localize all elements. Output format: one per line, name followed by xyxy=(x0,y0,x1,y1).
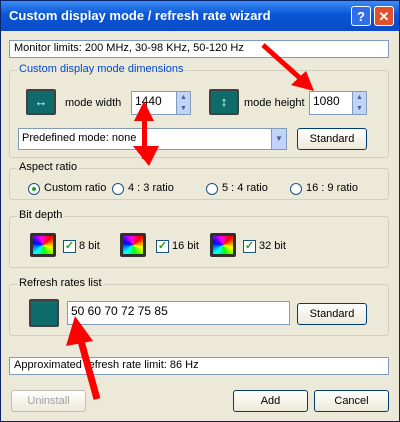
custom-ratio-label[interactable]: Custom ratio xyxy=(44,182,106,194)
checkbox-8bit[interactable]: ✓ xyxy=(63,240,76,253)
bit-32-label[interactable]: 32 bit xyxy=(259,240,286,252)
chevron-down-icon[interactable]: ▼ xyxy=(271,129,286,149)
ratio-4-3-label[interactable]: 4 : 3 ratio xyxy=(128,182,174,194)
cancel-button[interactable]: Cancel xyxy=(314,390,389,412)
mode-width-value: 1440 xyxy=(135,94,162,108)
bit-16-label[interactable]: 16 bit xyxy=(172,240,199,252)
color-monitor-icon xyxy=(210,233,236,257)
standard-mode-button[interactable]: Standard xyxy=(297,128,367,150)
aspect-ratio-legend: Aspect ratio xyxy=(17,161,80,173)
dimensions-legend: Custom display mode dimensions xyxy=(17,63,186,75)
predefined-mode-value: Predefined mode: none xyxy=(22,132,137,144)
mode-height-value: 1080 xyxy=(313,94,340,108)
help-button[interactable]: ? xyxy=(351,6,371,26)
radio-5-4-ratio[interactable] xyxy=(206,183,218,195)
height-monitor-icon: ↕ xyxy=(209,89,239,115)
width-monitor-icon: ↔ xyxy=(26,89,56,115)
mode-width-label: mode width xyxy=(65,97,122,109)
bit-depth-legend: Bit depth xyxy=(17,209,65,221)
window-title: Custom display mode / refresh rate wizar… xyxy=(9,8,271,23)
mode-width-up-icon[interactable]: ▲ xyxy=(176,92,190,103)
refresh-rates-value: 50 60 70 72 75 85 xyxy=(71,304,168,318)
ratio-5-4-label[interactable]: 5 : 4 ratio xyxy=(222,182,268,194)
predefined-mode-select[interactable]: Predefined mode: none xyxy=(18,128,287,150)
title-bar[interactable]: Custom display mode / refresh rate wizar… xyxy=(1,1,399,31)
monitor-limits-text: Monitor limits: 200 MHz, 30-98 KHz, 50-1… xyxy=(9,40,389,58)
refresh-rates-legend: Refresh rates list xyxy=(17,277,104,289)
mode-height-label: mode height xyxy=(244,97,305,109)
approx-refresh-limit-text: Approximated refresh rate limit: 86 Hz xyxy=(9,357,389,375)
radio-custom-ratio[interactable] xyxy=(28,183,40,195)
add-button[interactable]: Add xyxy=(233,390,308,412)
uninstall-button[interactable]: Uninstall xyxy=(11,390,86,412)
mode-width-down-icon[interactable]: ▼ xyxy=(176,103,190,114)
bit-8-label[interactable]: 8 bit xyxy=(79,240,100,252)
standard-refresh-button[interactable]: Standard xyxy=(297,303,367,325)
mode-height-up-icon[interactable]: ▲ xyxy=(352,92,366,103)
radio-4-3-ratio[interactable] xyxy=(112,183,124,195)
checkbox-32bit[interactable]: ✓ xyxy=(243,240,256,253)
radio-16-9-ratio[interactable] xyxy=(290,183,302,195)
ratio-16-9-label[interactable]: 16 : 9 ratio xyxy=(306,182,358,194)
wizard-window: Custom display mode / refresh rate wizar… xyxy=(0,0,400,422)
monitor-icon xyxy=(29,299,59,327)
checkbox-16bit[interactable]: ✓ xyxy=(156,240,169,253)
color-monitor-icon xyxy=(30,233,56,257)
mode-height-down-icon[interactable]: ▼ xyxy=(352,103,366,114)
refresh-rates-input[interactable]: 50 60 70 72 75 85 xyxy=(67,301,290,325)
close-button[interactable]: ✕ xyxy=(374,6,394,26)
color-monitor-icon xyxy=(120,233,146,257)
